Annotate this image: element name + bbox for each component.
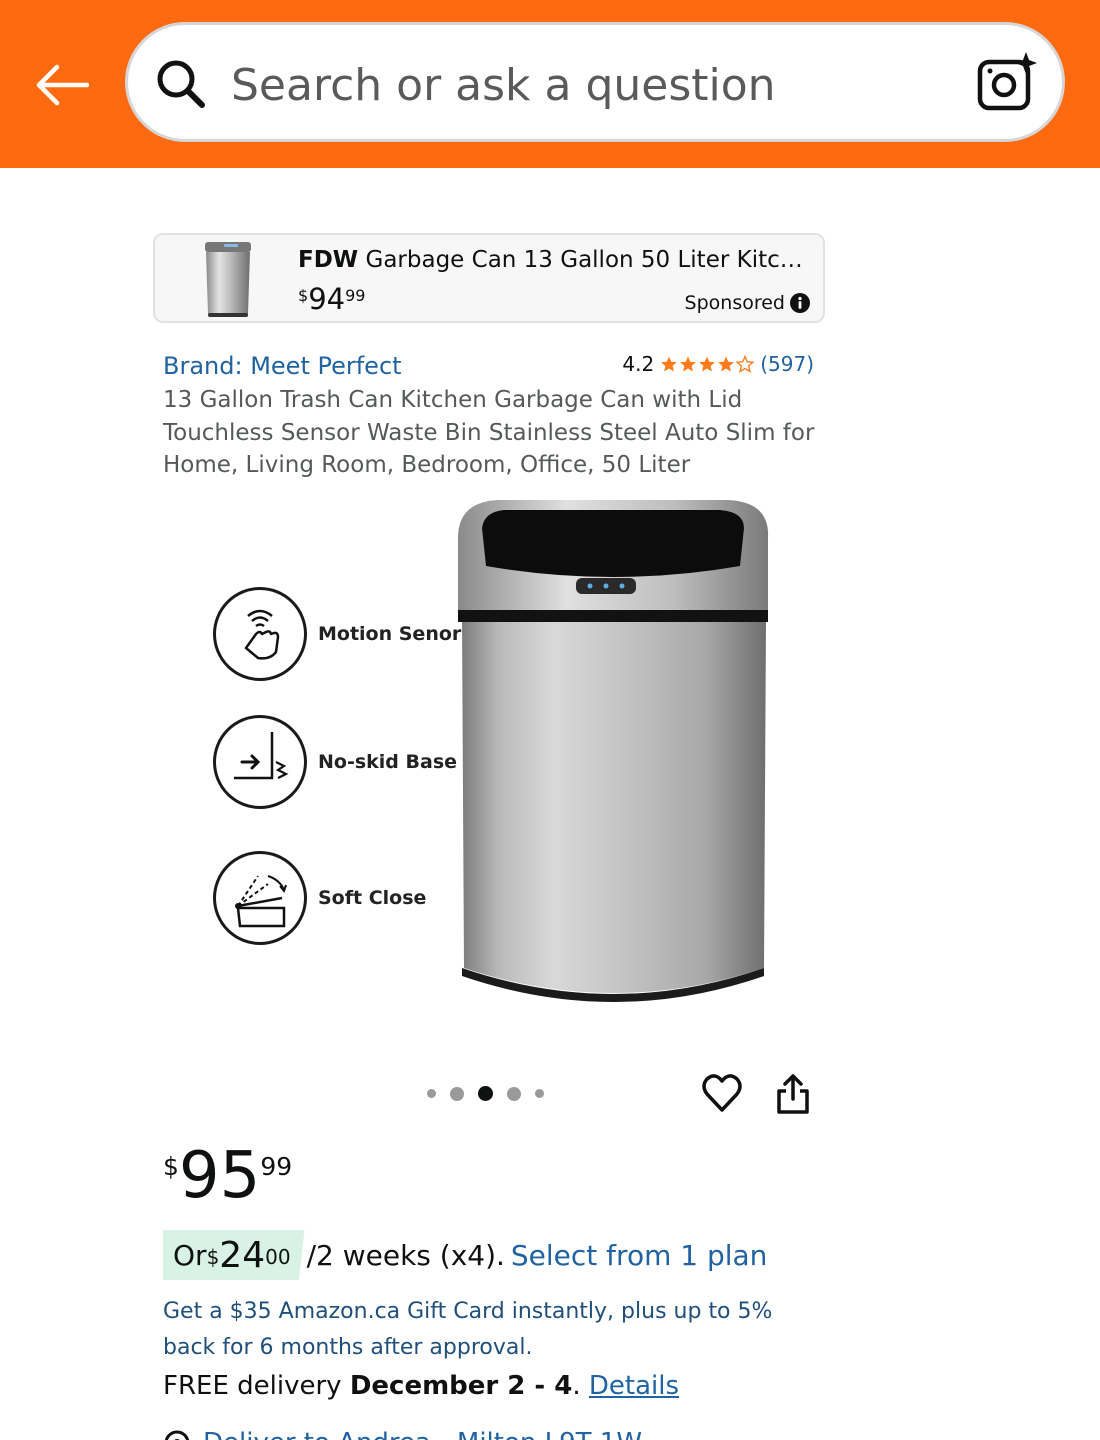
product-image[interactable]: Motion Senor No-skid Base Soft Close: [200, 495, 780, 1025]
carousel-dot[interactable]: [535, 1089, 544, 1098]
sponsored-price: $9499: [298, 282, 366, 316]
sponsored-label[interactable]: Sponsored: [685, 292, 810, 314]
back-arrow-icon: [36, 64, 89, 106]
info-icon: [790, 293, 810, 313]
feature-motion-sensor: Motion Senor: [213, 587, 461, 681]
installment-badge: Or $24 00: [163, 1230, 305, 1280]
rating-value: 4.2: [622, 352, 655, 376]
select-plan-link[interactable]: Select from 1 plan: [511, 1239, 768, 1272]
product-title: 13 Gallon Trash Can Kitchen Garbage Can …: [163, 387, 815, 478]
gift-card-offer-link[interactable]: Get a $35 Amazon.ca Gift Card instantly,…: [163, 1294, 823, 1366]
soft-close-icon: [213, 851, 307, 945]
feature-no-skid-base: No-skid Base: [213, 715, 457, 809]
trash-can-image: [458, 500, 769, 1002]
image-carousel-dots[interactable]: [427, 1086, 544, 1101]
share-icon[interactable]: [775, 1073, 811, 1115]
carousel-dot[interactable]: [507, 1086, 521, 1101]
no-skid-icon: [213, 715, 307, 809]
star-full-icon: [680, 356, 697, 372]
brand-link[interactable]: Brand: Meet Perfect: [163, 352, 402, 380]
delivery-details-link[interactable]: Details: [589, 1371, 679, 1401]
carousel-dot[interactable]: [427, 1089, 436, 1098]
installment-offer: Or $24 00 /2 weeks (x4). Select from 1 pl…: [163, 1230, 767, 1280]
location-pin-icon: [164, 1430, 190, 1440]
star-rating-icon: [660, 355, 755, 373]
sponsored-product-thumbnail: [205, 242, 251, 317]
installment-period: /2 weeks (x4).: [306, 1238, 505, 1272]
carousel-dot-active[interactable]: [478, 1086, 493, 1101]
rating-summary[interactable]: 4.2 (597): [622, 352, 814, 376]
star-full-icon: [718, 356, 735, 372]
back-button[interactable]: [30, 56, 92, 114]
search-box[interactable]: [125, 22, 1065, 142]
search-icon: [157, 60, 205, 108]
feature-label: Soft Close: [318, 887, 427, 909]
review-count-link[interactable]: (597): [760, 352, 814, 376]
star-full-icon: [661, 356, 678, 372]
search-input[interactable]: [231, 50, 951, 120]
sponsored-title: FDW Garbage Can 13 Gallon 50 Liter Kitch…: [298, 247, 813, 273]
product-price: $ 95 99: [163, 1139, 293, 1213]
star-full-icon: [699, 356, 716, 372]
feature-soft-close: Soft Close: [213, 851, 426, 945]
feature-label: No-skid Base: [318, 751, 458, 773]
top-bar: [0, 0, 1100, 168]
deliver-to-location[interactable]: Deliver to Andrea - Milton L9T 1W: [163, 1428, 642, 1440]
hand-wave-icon: [213, 587, 307, 681]
feature-label: Motion Senor: [318, 623, 462, 645]
camera-lens-icon[interactable]: [976, 50, 1040, 114]
carousel-dot[interactable]: [450, 1086, 464, 1101]
heart-icon[interactable]: [702, 1072, 742, 1114]
star-empty-icon: [736, 355, 755, 373]
sponsored-product-card[interactable]: FDW Garbage Can 13 Gallon 50 Liter Kitch…: [153, 233, 825, 323]
delivery-info: FREE delivery December 2 - 4. Details: [163, 1371, 680, 1401]
